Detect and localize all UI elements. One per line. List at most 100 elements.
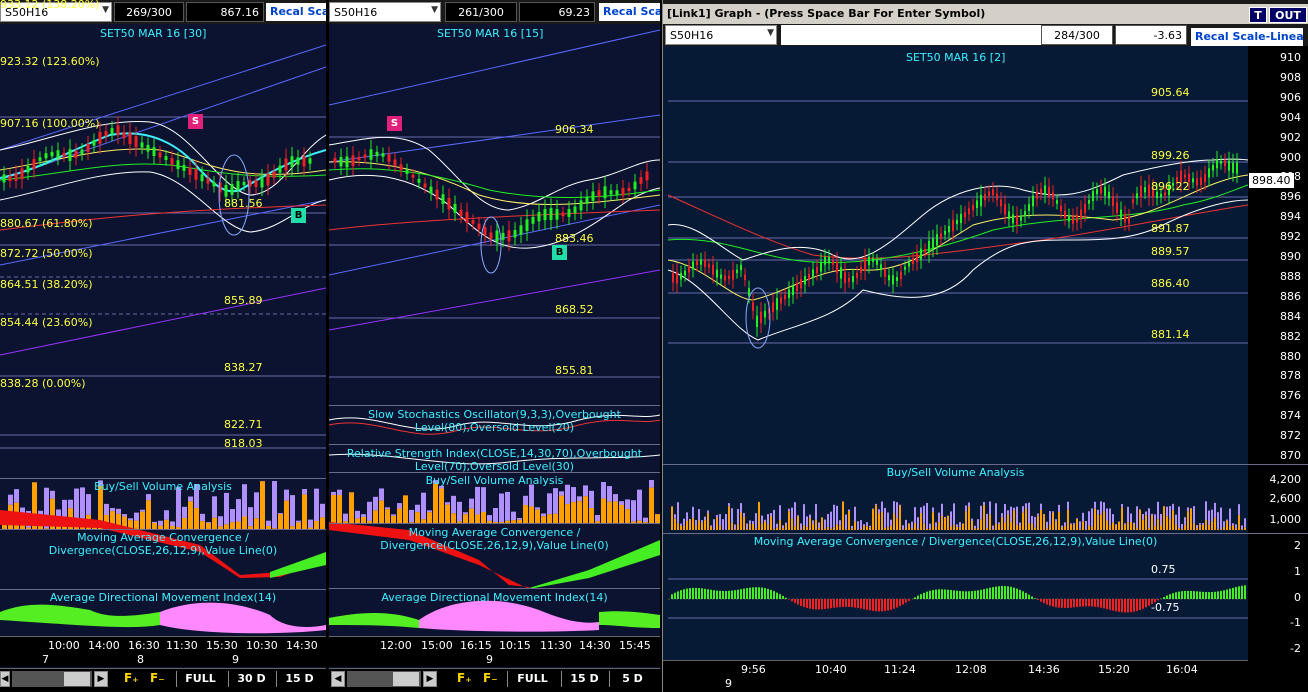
macd-bar (926, 591, 928, 599)
macd-bar (1184, 590, 1186, 599)
scrollbar-track[interactable] (12, 671, 92, 687)
candle-body (1116, 202, 1118, 213)
volume-buy-bar (977, 519, 979, 528)
time-label: 14:00 (88, 639, 120, 652)
zoom-in-icon[interactable]: F₊ (457, 671, 472, 685)
full-button[interactable]: FULL (507, 671, 557, 687)
zoom-out-icon[interactable]: F₋ (483, 671, 498, 685)
volume-buy-bar (1097, 509, 1099, 515)
macd-bar (875, 599, 877, 612)
volume-buy-bar (776, 523, 778, 528)
candle-body (621, 187, 625, 196)
adx-subpanel (329, 588, 660, 589)
30d-button[interactable]: 30 D (228, 671, 274, 687)
scroll-right-icon[interactable]: ▶ (423, 671, 437, 687)
volume-sell-bar (1163, 506, 1165, 530)
chart-pane-2min[interactable]: [Link1] Graph - (Press Space Bar For Ent… (662, 0, 1308, 692)
candle-body (864, 258, 866, 271)
full-button[interactable]: FULL (176, 671, 224, 687)
scrollbar-thumb[interactable] (64, 672, 90, 686)
scroll-left-icon[interactable]: ◀ (331, 671, 345, 687)
macd-bar (1013, 587, 1015, 599)
volume-buy-bar (1094, 501, 1096, 509)
candle-body (1112, 196, 1114, 207)
candle-body (1124, 213, 1126, 223)
volume-buy-bar (1229, 508, 1231, 527)
zoom-out-icon[interactable]: F₋ (150, 671, 165, 685)
candle-body (1120, 209, 1122, 218)
macd-bar (1037, 599, 1039, 601)
15d-button[interactable]: 15 D (276, 671, 322, 687)
volume-sell-bar (683, 525, 685, 530)
sell-signal-marker[interactable]: S (188, 114, 203, 129)
volume-sell-bar (188, 501, 193, 529)
macd-subpanel (0, 529, 326, 530)
candle-body (728, 275, 730, 280)
sell-signal-marker[interactable]: S (387, 116, 402, 131)
candle-body (980, 194, 982, 207)
volume-sell-bar (752, 524, 754, 530)
volume-buy-bar (517, 518, 522, 520)
macd-bar (1061, 599, 1063, 608)
buy-signal-marker[interactable]: B (291, 208, 306, 223)
candle-body (816, 266, 818, 274)
buy-signal-marker[interactable]: B (552, 245, 567, 260)
volume-sell-bar (893, 513, 895, 530)
candle-body (489, 232, 493, 239)
zoom-in-icon[interactable]: F₊ (124, 671, 139, 685)
macd-bar (716, 590, 718, 599)
volume-sell-bar (956, 526, 958, 530)
volume-buy-bar (956, 524, 958, 527)
price-label: 899.26 (1151, 149, 1190, 162)
volume-sell-bar (1139, 509, 1141, 530)
volume-sell-bar (965, 511, 967, 530)
volume-buy-bar (1226, 519, 1228, 521)
macd-bar (1163, 597, 1165, 599)
candle-body (700, 259, 702, 265)
scrollbar-thumb[interactable] (393, 672, 419, 686)
chart-pane-15min[interactable]: S50H16 ▼ 261/300 69.23 Recal Scal SET50 … (329, 0, 660, 692)
volume-buy-bar (998, 522, 1000, 525)
volume-buy-bar (920, 507, 922, 514)
adx-subpanel (0, 589, 326, 590)
macd-bar (1145, 599, 1147, 608)
volume-subpanel (663, 464, 1308, 465)
volume-buy-bar (1151, 513, 1153, 516)
chart-pane-30min[interactable]: S50H16▼ 269/300 867.16 Recal Scale (0, 0, 326, 692)
volume-buy-bar (917, 517, 919, 529)
volume-sell-bar (242, 516, 247, 529)
volume-sell-bar (140, 511, 145, 529)
macd-bar (1055, 599, 1057, 608)
candle-body (1224, 160, 1226, 167)
candle-body (952, 219, 954, 232)
macd-bar (689, 588, 691, 599)
volume-buy-bar (583, 485, 588, 497)
price-axis[interactable]: 9109089069049029008988968948928908888868… (1248, 46, 1308, 464)
macd-bar (1070, 599, 1072, 608)
volume-buy-bar (1211, 509, 1213, 522)
candle-body (302, 156, 306, 167)
candle-body (1072, 216, 1074, 224)
macd-bar (842, 599, 844, 607)
candle-body (573, 206, 577, 214)
macd-bar (878, 599, 880, 612)
macd-bar (833, 599, 835, 608)
scroll-right-icon[interactable]: ▶ (94, 671, 108, 687)
volume-sell-bar (815, 519, 817, 530)
candle-body (1064, 210, 1066, 219)
volume-sell-bar (1187, 511, 1189, 530)
volume-sell-bar (824, 528, 826, 530)
candle-body (1148, 184, 1150, 197)
volume-buy-bar (1001, 513, 1003, 518)
fib-label: 880.67 (61.80%) (0, 217, 93, 230)
macd-bar (806, 599, 808, 609)
macd-bar (884, 599, 886, 612)
macd-bar (1118, 599, 1120, 612)
scrollbar-track[interactable] (347, 671, 421, 687)
5d-button[interactable]: 5 D (609, 671, 655, 687)
scroll-left-icon[interactable]: ◀ (0, 671, 10, 687)
macd-bar (860, 599, 862, 609)
stoch-subpanel (329, 405, 660, 406)
15d-button[interactable]: 15 D (561, 671, 607, 687)
macd-bar (962, 591, 964, 599)
